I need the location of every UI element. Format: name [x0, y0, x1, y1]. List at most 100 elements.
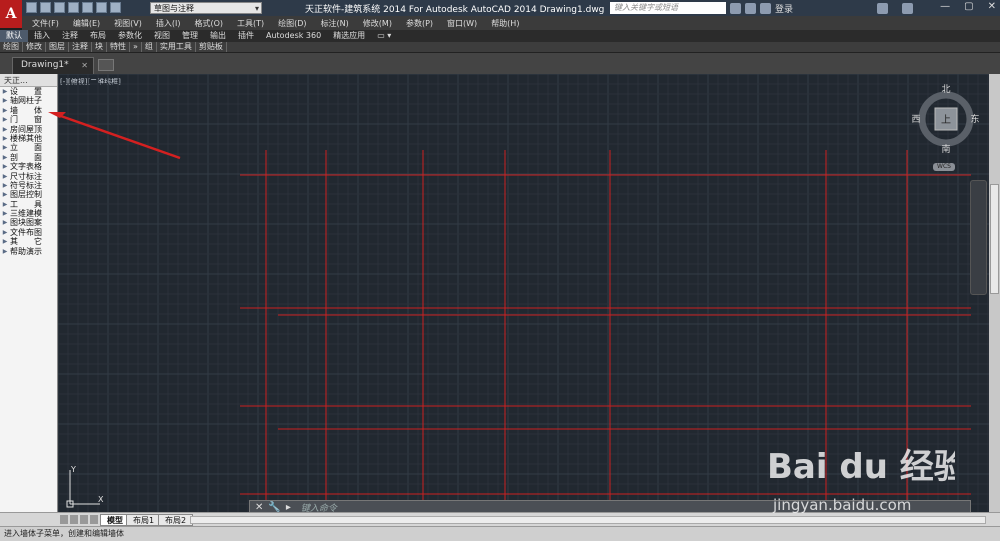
- menu-draw[interactable]: 绘图(D): [278, 18, 306, 29]
- menu-dimension[interactable]: 标注(N): [321, 18, 349, 29]
- tab-view[interactable]: 视图: [148, 30, 176, 42]
- login-link[interactable]: 登录: [775, 2, 793, 15]
- palette-item[interactable]: ▶ 图块图案: [0, 218, 57, 227]
- tab-layout2[interactable]: 布局2: [158, 514, 194, 526]
- baidu-watermark: Bai du 经验 jingyan.baidu.com: [767, 447, 955, 514]
- tab-default[interactable]: 默认: [0, 30, 28, 42]
- menu-help[interactable]: 帮助(H): [491, 18, 519, 29]
- palette-item[interactable]: ▶ 立 面: [0, 143, 57, 152]
- palette-item[interactable]: ▶ 文件布图: [0, 228, 57, 237]
- new-tab-button[interactable]: [98, 59, 114, 71]
- undo-icon[interactable]: [96, 2, 107, 13]
- prev-tab-icon[interactable]: [70, 515, 78, 524]
- menu-modify[interactable]: 修改(M): [363, 18, 392, 29]
- menu-bar: 文件(F) 编辑(E) 视图(V) 插入(I) 格式(O) 工具(T) 绘图(D…: [22, 16, 1000, 30]
- tab-featured-apps[interactable]: 精选应用: [327, 30, 371, 42]
- watermark-brand: Bai du 经验: [767, 447, 955, 487]
- menu-file[interactable]: 文件(F): [32, 18, 59, 29]
- tab-manage[interactable]: 管理: [176, 30, 204, 42]
- menu-view[interactable]: 视图(V): [114, 18, 142, 29]
- compass-east[interactable]: 东: [970, 113, 979, 125]
- palette-item[interactable]: ▶ 门 窗: [0, 115, 57, 124]
- tab-autodesk360[interactable]: Autodesk 360: [260, 30, 327, 42]
- minimize-icon[interactable]: —: [940, 1, 950, 12]
- viewcube-top-label[interactable]: 上: [941, 114, 951, 126]
- last-tab-icon[interactable]: [90, 515, 98, 524]
- navigation-bar[interactable]: [970, 180, 987, 295]
- palette-item[interactable]: ▶ 墙 体: [0, 106, 57, 115]
- palette-item[interactable]: ▶ 尺寸标注: [0, 172, 57, 181]
- tab-output[interactable]: 输出: [204, 30, 232, 42]
- workspace-dropdown[interactable]: 草图与注释 ▾: [150, 2, 262, 14]
- close-icon[interactable]: ✕: [81, 58, 88, 73]
- search-input[interactable]: 键入关键字或短语: [610, 2, 726, 14]
- scroll-thumb[interactable]: [990, 184, 999, 294]
- open-file-icon[interactable]: [40, 2, 51, 13]
- document-tab[interactable]: Drawing1* ✕: [12, 57, 94, 74]
- next-tab-icon[interactable]: [80, 515, 88, 524]
- expand-arrow-icon: ▶: [2, 200, 8, 208]
- menu-edit[interactable]: 编辑(E): [73, 18, 100, 29]
- save-as-icon[interactable]: [68, 2, 79, 13]
- panel-annotation[interactable]: 注释: [69, 42, 92, 52]
- palette-list: ▶ 设 置 ▶ 轴网柱子 ▶ 墙 体 ▶ 门 窗 ▶ 房间屋顶 ▶ 楼梯其他 ▶ 立 面 ▶ 剖 面 ▶ 文字表格…: [0, 87, 57, 256]
- panel-utilities[interactable]: 实用工具: [157, 42, 196, 52]
- panel-groups[interactable]: 组: [142, 42, 157, 52]
- document-tab-label: Drawing1*: [21, 60, 69, 70]
- panel-properties[interactable]: 特性: [107, 42, 130, 52]
- palette-item[interactable]: ▶ 其 它: [0, 237, 57, 246]
- quick-access-toolbar: [26, 2, 121, 13]
- panel-clipboard[interactable]: 剪贴板: [196, 42, 227, 52]
- panel-modify[interactable]: 修改: [23, 42, 46, 52]
- vertical-scrollbar[interactable]: [989, 74, 1000, 512]
- palette-item[interactable]: ▶ 图层控制: [0, 190, 57, 199]
- tab-annotate[interactable]: 注释: [56, 30, 84, 42]
- first-tab-icon[interactable]: [60, 515, 68, 524]
- wcs-menu[interactable]: WCS: [933, 163, 955, 171]
- help-icon[interactable]: [902, 3, 914, 14]
- panel-layers[interactable]: 图层: [46, 42, 69, 52]
- tab-layout[interactable]: 布局: [84, 30, 112, 42]
- palette-item[interactable]: ▶ 符号标注: [0, 181, 57, 190]
- save-icon[interactable]: [54, 2, 65, 13]
- maximize-icon[interactable]: ▢: [964, 1, 973, 12]
- binoculars-icon[interactable]: [730, 3, 741, 14]
- palette-item[interactable]: ▶ 剖 面: [0, 153, 57, 162]
- menu-format[interactable]: 格式(O): [194, 18, 223, 29]
- compass-north[interactable]: 北: [941, 84, 950, 95]
- compass-west[interactable]: 西: [911, 114, 920, 125]
- panel-block[interactable]: 块: [92, 42, 107, 52]
- exchange-icon[interactable]: [877, 3, 889, 14]
- compass-south[interactable]: 南: [941, 143, 950, 154]
- menu-parametric[interactable]: 参数(P): [406, 18, 433, 29]
- ribbon-tabs: 默认 插入 注释 布局 参数化 视图 管理 输出 插件 Autodesk 360…: [0, 30, 1000, 42]
- menu-window[interactable]: 窗口(W): [447, 18, 477, 29]
- palette-item-label: 墙 体: [10, 105, 42, 115]
- tab-parametric[interactable]: 参数化: [112, 30, 148, 42]
- user-icon[interactable]: [760, 3, 771, 14]
- palette-item[interactable]: ▶ 文字表格: [0, 162, 57, 171]
- expand-arrow-icon: ▶: [2, 191, 8, 199]
- tab-layout1[interactable]: 布局1: [126, 514, 162, 526]
- tab-insert[interactable]: 插入: [28, 30, 56, 42]
- menu-insert[interactable]: 插入(I): [156, 18, 181, 29]
- panel-draw[interactable]: 绘图: [0, 42, 23, 52]
- panel-overflow[interactable]: »: [130, 42, 142, 52]
- palette-item[interactable]: ▶ 工 具: [0, 200, 57, 209]
- redo-icon[interactable]: [110, 2, 121, 13]
- tab-plugins[interactable]: 插件: [232, 30, 260, 42]
- ribbon-toggle-icon[interactable]: ▭ ▾: [371, 30, 397, 42]
- application-menu-button[interactable]: A: [0, 0, 22, 28]
- palette-item[interactable]: ▶ 设 置: [0, 87, 57, 96]
- viewcube[interactable]: 上 北 南 东 西: [911, 84, 981, 154]
- expand-arrow-icon: ▶: [2, 228, 8, 236]
- close-icon[interactable]: ✕: [988, 1, 996, 12]
- new-file-icon[interactable]: [26, 2, 37, 13]
- palette-item[interactable]: ▶ 房间屋顶: [0, 125, 57, 134]
- palette-item[interactable]: ▶ 轴网柱子: [0, 96, 57, 105]
- print-icon[interactable]: [82, 2, 93, 13]
- menu-tools[interactable]: 工具(T): [237, 18, 264, 29]
- palette-item[interactable]: ▶ 楼梯其他: [0, 134, 57, 143]
- palette-item[interactable]: ▶ 帮助演示: [0, 247, 57, 256]
- star-icon[interactable]: [745, 3, 756, 14]
